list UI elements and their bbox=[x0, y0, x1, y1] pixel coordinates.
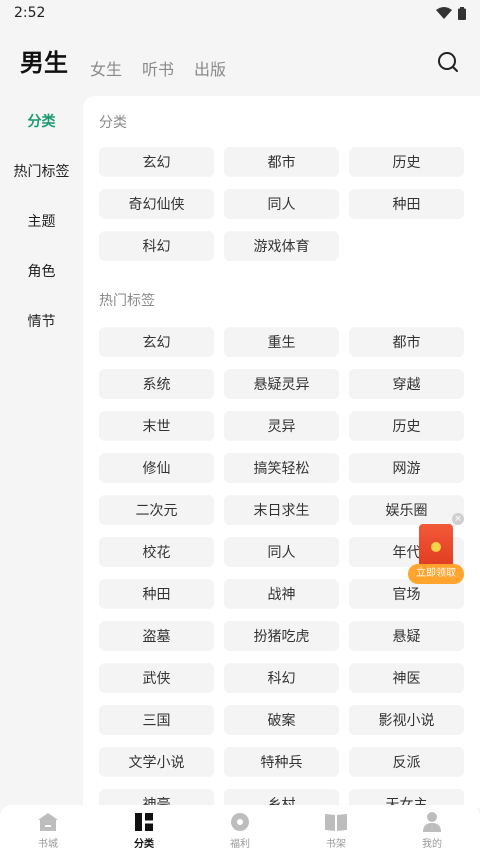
tag-chip[interactable]: 奇幻仙侠 bbox=[99, 189, 214, 219]
tag-chip[interactable]: 三国 bbox=[99, 705, 214, 735]
tag-chip[interactable]: 历史 bbox=[349, 411, 464, 441]
tag-chip[interactable]: 悬疑 bbox=[349, 621, 464, 651]
tag-chip[interactable]: 破案 bbox=[224, 705, 339, 735]
bottom-nav-bookstore[interactable]: 书城 bbox=[0, 805, 96, 855]
category-sidebar: 分类 热门标签 主题 角色 情节 bbox=[0, 96, 83, 346]
tag-chip[interactable]: 同人 bbox=[224, 189, 339, 219]
tag-chip[interactable]: 玄幻 bbox=[99, 327, 214, 357]
profile-icon bbox=[423, 811, 441, 832]
sidebar-item-theme[interactable]: 主题 bbox=[0, 196, 83, 246]
claim-now-button[interactable]: 立即领取 bbox=[408, 564, 464, 584]
section-title-category: 分类 bbox=[99, 115, 127, 131]
tag-chip[interactable]: 文学小说 bbox=[99, 747, 214, 777]
tag-chip[interactable]: 科幻 bbox=[224, 663, 339, 693]
sidebar-item-category[interactable]: 分类 bbox=[0, 96, 83, 146]
category-icon bbox=[135, 812, 153, 831]
bottom-nav-category[interactable]: 分类 bbox=[96, 805, 192, 855]
tag-chip[interactable]: 灵异 bbox=[224, 411, 339, 441]
tag-chip[interactable]: 系统 bbox=[99, 369, 214, 399]
bottom-nav-label: 福利 bbox=[230, 838, 250, 850]
tag-chip[interactable]: 反派 bbox=[349, 747, 464, 777]
tag-chip[interactable]: 网游 bbox=[349, 453, 464, 483]
status-icons bbox=[436, 6, 466, 20]
tag-chip[interactable]: 末世 bbox=[99, 411, 214, 441]
bottom-nav-profile[interactable]: 我的 bbox=[384, 805, 480, 855]
tag-chip[interactable]: 种田 bbox=[99, 579, 214, 609]
tag-content-panel: 分类 玄幻 都市 历史 奇幻仙侠 同人 种田 科幻 游戏体育 热门标签 玄幻 重生 都市 系统 悬疑灵… bbox=[83, 96, 480, 808]
bottom-nav-welfare[interactable]: 福利 bbox=[192, 805, 288, 855]
tag-chip[interactable]: 都市 bbox=[224, 147, 339, 177]
sidebar-item-role[interactable]: 角色 bbox=[0, 246, 83, 296]
tag-chip[interactable]: 玄幻 bbox=[99, 147, 214, 177]
tag-chip[interactable]: 搞笑轻松 bbox=[224, 453, 339, 483]
welfare-icon bbox=[231, 812, 249, 831]
bottom-nav-label: 分类 bbox=[134, 838, 154, 850]
wifi-icon bbox=[436, 7, 452, 19]
bottom-nav-bookshelf[interactable]: 书架 bbox=[288, 805, 384, 855]
bottom-nav: 书城 分类 福利 书架 我的 bbox=[0, 805, 480, 855]
red-envelope-icon bbox=[419, 524, 453, 568]
sidebar-item-hot-tags[interactable]: 热门标签 bbox=[0, 146, 83, 196]
section-title-hot-tags: 热门标签 bbox=[99, 293, 155, 309]
top-tab-bar: 男生 女生 听书 出版 bbox=[0, 40, 480, 90]
tag-chip[interactable]: 二次元 bbox=[99, 495, 214, 525]
sidebar-item-plot[interactable]: 情节 bbox=[0, 296, 83, 346]
tag-chip[interactable]: 悬疑灵异 bbox=[224, 369, 339, 399]
search-icon[interactable] bbox=[436, 50, 460, 74]
tab-female[interactable]: 女生 bbox=[90, 56, 122, 90]
battery-icon bbox=[458, 6, 466, 20]
bottom-nav-label: 书城 bbox=[38, 838, 58, 850]
tag-chip[interactable]: 都市 bbox=[349, 327, 464, 357]
status-bar: 2:52 bbox=[0, 0, 480, 26]
tag-chip[interactable]: 影视小说 bbox=[349, 705, 464, 735]
tag-chip[interactable]: 历史 bbox=[349, 147, 464, 177]
bottom-nav-label: 我的 bbox=[422, 838, 442, 850]
tab-audiobook[interactable]: 听书 bbox=[142, 56, 174, 90]
tag-chip[interactable]: 穿越 bbox=[349, 369, 464, 399]
tag-chip[interactable]: 同人 bbox=[224, 537, 339, 567]
tag-chip[interactable]: 末日求生 bbox=[224, 495, 339, 525]
tag-chip[interactable]: 游戏体育 bbox=[224, 231, 339, 261]
status-time: 2:52 bbox=[14, 5, 46, 21]
tag-chip[interactable]: 重生 bbox=[224, 327, 339, 357]
tag-chip[interactable]: 修仙 bbox=[99, 453, 214, 483]
close-icon[interactable]: × bbox=[452, 513, 464, 525]
tag-chip[interactable]: 战神 bbox=[224, 579, 339, 609]
tag-chip[interactable]: 武侠 bbox=[99, 663, 214, 693]
tag-chip[interactable]: 盗墓 bbox=[99, 621, 214, 651]
bookshelf-icon bbox=[325, 813, 347, 831]
tab-publish[interactable]: 出版 bbox=[194, 56, 226, 90]
category-tag-grid: 玄幻 都市 历史奇幻仙侠 同人 种田科幻 游戏体育 bbox=[99, 147, 464, 261]
red-envelope-promo[interactable]: × 立即领取 bbox=[408, 512, 468, 588]
tag-chip[interactable]: 科幻 bbox=[99, 231, 214, 261]
home-icon bbox=[38, 812, 58, 831]
tag-chip[interactable]: 特种兵 bbox=[224, 747, 339, 777]
tab-male[interactable]: 男生 bbox=[20, 43, 68, 90]
tag-chip[interactable]: 扮猪吃虎 bbox=[224, 621, 339, 651]
tag-chip[interactable]: 校花 bbox=[99, 537, 214, 567]
bottom-nav-label: 书架 bbox=[326, 838, 346, 850]
tag-chip[interactable]: 神医 bbox=[349, 663, 464, 693]
tag-chip[interactable]: 种田 bbox=[349, 189, 464, 219]
